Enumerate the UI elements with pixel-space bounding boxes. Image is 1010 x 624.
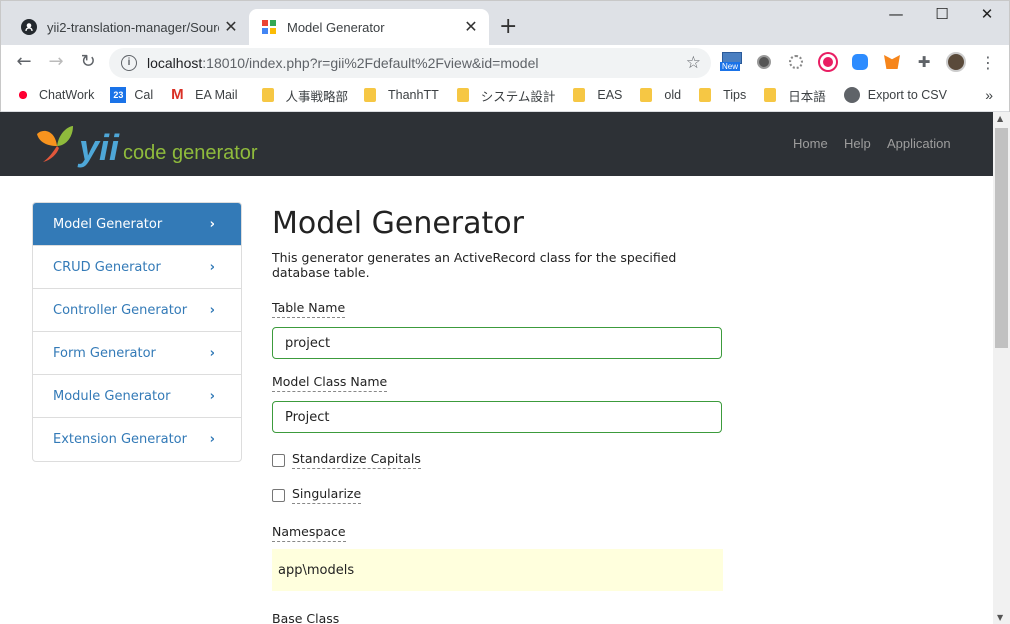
browser-toolbar: ← → ↻ i localhost :18010/index.php?r=gii… — [1, 45, 1009, 79]
forward-icon[interactable]: → — [45, 51, 67, 72]
folder-icon — [699, 88, 712, 102]
bookmark-export-csv[interactable]: Export to CSV — [843, 87, 947, 103]
bookmark-folder[interactable]: 人事戦略部 — [261, 86, 348, 105]
sidebar-item-module-generator[interactable]: Module Generator › — [33, 375, 241, 418]
extension-flower-icon[interactable] — [785, 51, 807, 73]
bookmark-folder[interactable]: ThanhTT — [364, 88, 439, 102]
close-tab-icon[interactable]: ✕ — [459, 17, 483, 37]
profile-avatar[interactable] — [945, 51, 967, 73]
sidebar-item-model-generator[interactable]: Model Generator › — [33, 203, 241, 246]
address-bar[interactable]: i localhost :18010/index.php?r=gii%2Fdef… — [109, 48, 711, 78]
logo-text: code generator — [123, 142, 258, 164]
bookmark-ea-mail[interactable]: M EA Mail — [171, 87, 237, 103]
sidebar-item-extension-generator[interactable]: Extension Generator › — [33, 418, 241, 461]
minimize-icon[interactable]: — — [873, 5, 919, 23]
sidebar-item-form-generator[interactable]: Form Generator › — [33, 332, 241, 375]
reload-icon[interactable]: ↻ — [77, 51, 99, 72]
nav-home[interactable]: Home — [793, 136, 828, 151]
nav-help[interactable]: Help — [844, 136, 871, 151]
logo-yii: yii — [79, 127, 120, 168]
main-content: Model Generator This generator generates… — [272, 202, 732, 624]
chatwork-icon — [15, 87, 31, 103]
tab-strip: yii2-translation-manager/SourceM ✕ Model… — [1, 1, 1009, 45]
vertical-scrollbar[interactable]: ▲ ▼ — [993, 112, 1010, 624]
scroll-up-icon[interactable]: ▲ — [997, 114, 1003, 123]
close-window-icon[interactable]: ✕ — [964, 5, 1010, 23]
chevron-right-icon: › — [209, 432, 215, 447]
table-name-input[interactable]: project — [272, 327, 722, 359]
calendar-icon: 23 — [110, 87, 127, 103]
chevron-right-icon: › — [209, 259, 215, 275]
singularize-label[interactable]: Singularize — [292, 486, 362, 504]
scrollbar-thumb[interactable] — [995, 128, 1008, 348]
bookmark-folder[interactable]: old — [640, 88, 681, 102]
browser-chrome: yii2-translation-manager/SourceM ✕ Model… — [0, 0, 1010, 112]
chevron-right-icon: › — [209, 388, 215, 404]
extension-new-icon[interactable]: New — [720, 51, 743, 73]
info-icon[interactable]: i — [121, 55, 137, 71]
zoom-icon[interactable] — [849, 51, 871, 73]
extensions-puzzle-icon[interactable]: ✚ — [913, 51, 935, 73]
tab-title: Model Generator — [287, 19, 385, 35]
folder-icon — [364, 88, 377, 102]
bookmark-cal[interactable]: 23 Cal — [110, 87, 153, 103]
page-title: Model Generator — [272, 206, 524, 241]
folder-icon — [261, 88, 274, 102]
tab-title: yii2-translation-manager/SourceM — [47, 19, 219, 35]
gmail-icon: M — [171, 86, 184, 103]
standardize-capitals-checkbox[interactable] — [272, 453, 285, 467]
sidebar-item-controller-generator[interactable]: Controller Generator › — [33, 289, 241, 332]
url-host: localhost — [147, 55, 203, 71]
globe-icon — [843, 87, 860, 103]
nav-application[interactable]: Application — [887, 136, 951, 151]
github-icon — [21, 19, 37, 35]
close-tab-icon[interactable]: ✕ — [219, 17, 243, 37]
extension-circle-icon[interactable] — [753, 51, 775, 73]
bookmark-folder[interactable]: EAS — [573, 88, 622, 102]
base-class-label: Base Class — [272, 611, 339, 624]
standardize-capitals-option: Standardize Capitals — [272, 451, 732, 469]
table-name-label: Table Name — [272, 300, 346, 318]
model-class-label: Model Class Name — [272, 374, 388, 392]
yii-leaf-icon — [37, 126, 73, 162]
bookmark-star-icon[interactable]: ☆ — [686, 53, 701, 73]
chevron-right-icon: › — [209, 216, 215, 232]
bookmarks-overflow-icon[interactable]: » — [985, 87, 993, 103]
singularize-checkbox[interactable] — [272, 488, 285, 502]
logo[interactable]: yii code generator — [33, 124, 258, 168]
new-badge: New — [720, 62, 741, 71]
folder-icon — [764, 88, 777, 102]
yii-favicon-icon — [262, 20, 276, 34]
folder-icon — [640, 88, 653, 102]
maximize-icon[interactable]: ☐ — [919, 5, 965, 23]
tab-model-generator[interactable]: Model Generator ✕ — [249, 9, 489, 45]
folder-icon — [456, 88, 469, 102]
bookmarks-bar: ChatWork 23 Cal M EA Mail 人事戦略部 ThanhTT シス… — [1, 79, 1009, 112]
namespace-label: Namespace — [272, 524, 346, 542]
folder-icon — [573, 88, 586, 102]
page-description: This generator generates an ActiveRecord… — [272, 250, 677, 280]
chevron-right-icon: › — [209, 345, 215, 361]
chevron-right-icon: › — [209, 302, 215, 318]
sidebar-item-crud-generator[interactable]: CRUD Generator › — [33, 246, 241, 289]
url-path: :18010/index.php?r=gii%2Fdefault%2Fview&… — [202, 55, 539, 71]
scroll-down-icon[interactable]: ▼ — [997, 613, 1003, 622]
menu-kebab-icon[interactable]: ⋮ — [977, 51, 999, 73]
standardize-capitals-label[interactable]: Standardize Capitals — [292, 451, 421, 469]
metamask-fox-icon[interactable] — [881, 51, 903, 73]
bookmark-folder[interactable]: 日本語 — [764, 86, 826, 105]
bookmark-folder[interactable]: Tips — [699, 88, 746, 102]
bookmark-folder[interactable]: システム設計 — [456, 86, 555, 105]
extension-eye-icon[interactable] — [817, 51, 839, 73]
new-tab-icon[interactable]: + — [499, 14, 517, 39]
namespace-field[interactable]: app\models — [272, 549, 723, 591]
back-icon[interactable]: ← — [13, 51, 35, 72]
model-class-input[interactable]: Project — [272, 401, 722, 433]
singularize-option: Singularize — [272, 486, 732, 504]
generator-sidebar: Model Generator › CRUD Generator › Control… — [32, 202, 242, 462]
tab-github[interactable]: yii2-translation-manager/SourceM ✕ — [9, 9, 249, 45]
bookmark-chatwork[interactable]: ChatWork — [15, 87, 94, 103]
